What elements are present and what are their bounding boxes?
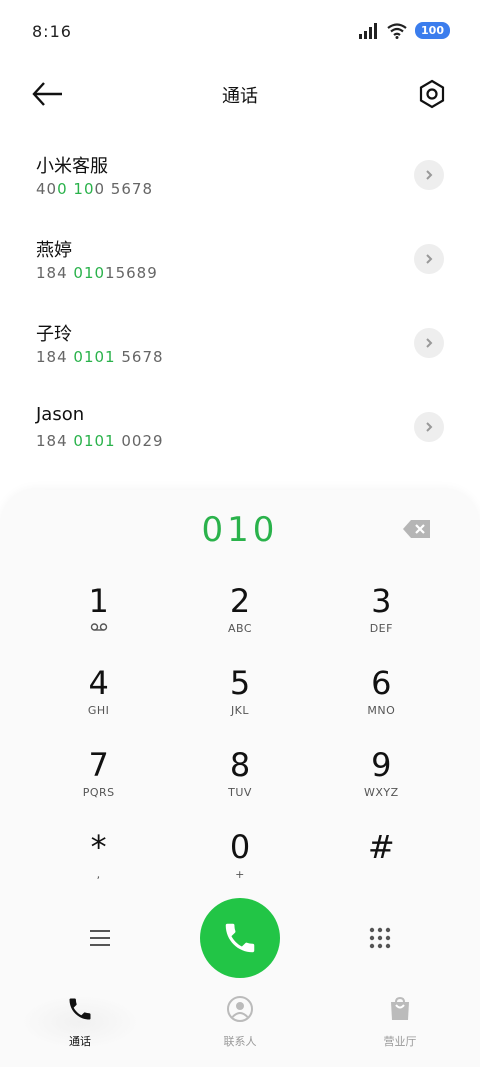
contact-number: 184 0101 0029 (36, 432, 164, 450)
key-8[interactable]: 8 TUV (169, 746, 310, 814)
keypad-grid-icon[interactable] (368, 926, 392, 950)
list-item[interactable]: Jason 184 0101 0029 (0, 392, 480, 476)
contact-name: 燕婷 (36, 240, 72, 261)
tab-label: 联系人 (223, 1035, 257, 1048)
phone-icon (69, 998, 91, 1020)
chevron-right-icon[interactable] (414, 328, 444, 358)
voicemail-icon (90, 623, 107, 631)
chevron-right-icon[interactable] (414, 160, 444, 190)
key-digit: 1 (88, 582, 109, 620)
suggestion-list: 小米客服 400 100 5678 燕婷 184 01015689 子玲 184… (0, 140, 480, 476)
bottom-nav: 通话 联系人 营业厅 (0, 985, 480, 1067)
tab-label: 营业厅 (383, 1035, 417, 1048)
call-button[interactable] (200, 898, 280, 978)
key-hash[interactable]: # (311, 828, 452, 896)
key-digit: 6 (371, 664, 392, 702)
wifi-icon (387, 22, 407, 39)
key-letters: MNO (367, 704, 396, 717)
contact-number: 184 01015689 (36, 264, 158, 282)
top-bar: 通话 (0, 64, 480, 124)
key-digit: 2 (229, 582, 251, 620)
contact-number: 400 100 5678 (36, 180, 153, 198)
key-letters: TUV (228, 786, 252, 799)
battery-icon: 100 (415, 22, 450, 39)
key-9[interactable]: 9 WXYZ (311, 746, 452, 814)
key-letters: , (96, 868, 101, 881)
tab-contacts[interactable]: 联系人 (180, 995, 300, 1049)
contact-name: 小米客服 (36, 156, 108, 177)
key-digit: 5 (229, 664, 251, 702)
store-bag-icon (391, 996, 409, 1020)
list-item[interactable]: 小米客服 400 100 5678 (0, 140, 480, 224)
signal-icon (359, 22, 378, 39)
contact-name: Jason (36, 404, 85, 425)
key-digit: 3 (371, 582, 392, 620)
chevron-right-icon[interactable] (414, 244, 444, 274)
key-digit: 8 (229, 746, 251, 784)
key-0[interactable]: 0 + (169, 828, 310, 896)
key-letters: PQRS (82, 786, 115, 799)
list-item[interactable]: 燕婷 184 01015689 (0, 224, 480, 308)
key-letters: ABC (227, 622, 253, 635)
backspace-icon[interactable] (402, 518, 432, 540)
key-letters: GHI (87, 704, 110, 717)
dialer-panel: 010 1 2 ABC 3 DEF 4 GHI 5 JKL 6 MNO 7 PQ… (0, 490, 480, 1067)
key-1[interactable]: 1 (28, 582, 169, 650)
key-letters: WXYZ (363, 786, 399, 799)
key-5[interactable]: 5 JKL (169, 664, 310, 732)
menu-icon[interactable] (88, 928, 112, 948)
dialer-controls (0, 898, 480, 982)
key-7[interactable]: 7 PQRS (28, 746, 169, 814)
page-title: 通话 (222, 86, 258, 107)
key-digit: 4 (88, 664, 109, 702)
key-digit: * (90, 828, 107, 866)
key-4[interactable]: 4 GHI (28, 664, 169, 732)
key-digit: # (367, 828, 395, 866)
phone-icon (225, 923, 255, 953)
key-letters: DEF (369, 622, 393, 635)
key-letters: JKL (230, 704, 250, 717)
key-2[interactable]: 2 ABC (169, 582, 310, 650)
status-time: 8:16 (32, 22, 72, 41)
key-digit: 7 (88, 746, 109, 784)
tab-calls[interactable]: 通话 (20, 995, 140, 1049)
contact-number: 184 0101 5678 (36, 348, 164, 366)
chevron-right-icon[interactable] (414, 412, 444, 442)
settings-icon[interactable] (416, 78, 448, 110)
key-digit: 0 (229, 828, 251, 866)
contact-name: 子玲 (36, 324, 72, 345)
key-letters: + (235, 868, 245, 881)
list-item[interactable]: 子玲 184 0101 5678 (0, 308, 480, 392)
key-3[interactable]: 3 DEF (311, 582, 452, 650)
tab-store[interactable]: 营业厅 (340, 995, 460, 1049)
status-icons: 100 (359, 22, 450, 39)
contact-icon (227, 996, 253, 1022)
key-6[interactable]: 6 MNO (311, 664, 452, 732)
key-digit: 9 (371, 746, 392, 784)
tab-label: 通话 (69, 1035, 91, 1048)
key-star[interactable]: * , (28, 828, 169, 896)
status-bar: 8:16 100 (0, 0, 480, 64)
keypad: 1 2 ABC 3 DEF 4 GHI 5 JKL 6 MNO 7 PQRS 8… (28, 582, 452, 896)
